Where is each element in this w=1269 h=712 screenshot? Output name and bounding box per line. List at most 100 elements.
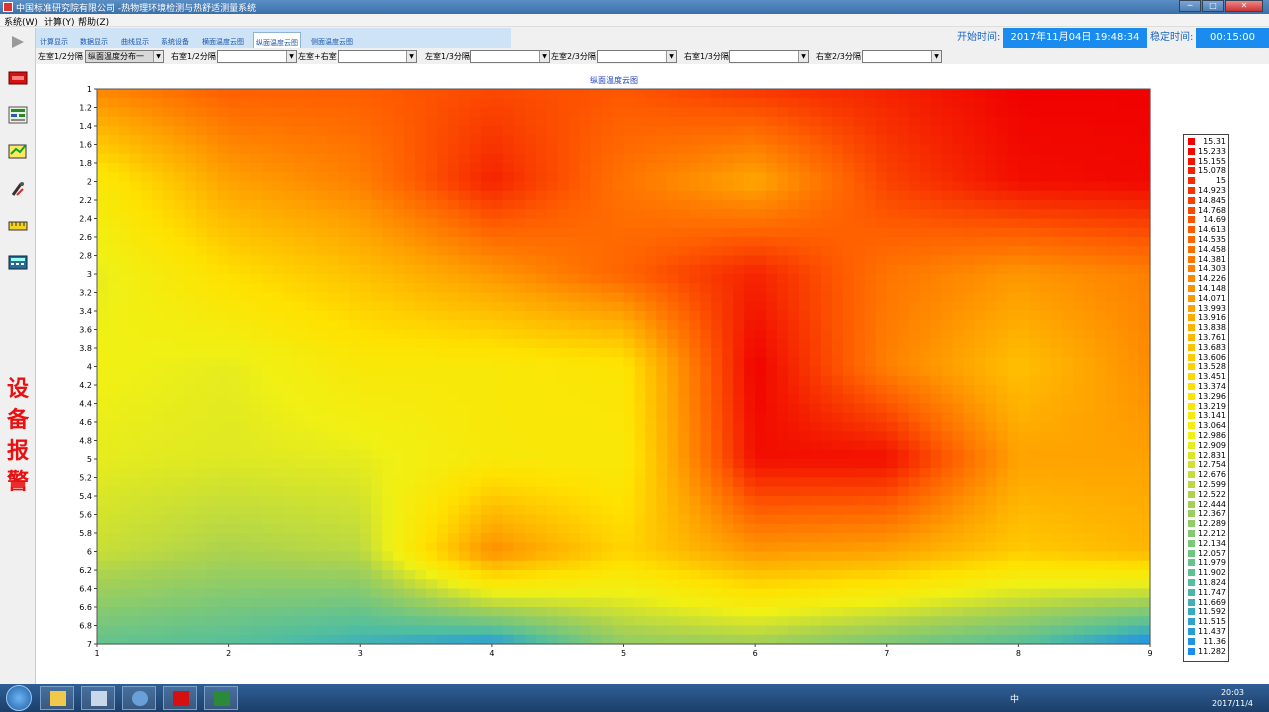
heatmap-cell bbox=[184, 107, 197, 118]
heatmap-cell bbox=[656, 412, 668, 423]
heatmap-cell bbox=[1051, 89, 1063, 99]
heatmap-cell bbox=[1106, 348, 1118, 358]
heatmap-cell bbox=[393, 89, 405, 99]
heatmap-cell bbox=[294, 338, 307, 349]
heatmap-cell bbox=[744, 394, 756, 405]
heatmap-cell bbox=[766, 227, 778, 238]
heatmap-cell bbox=[371, 172, 383, 183]
heatmap-cell bbox=[513, 264, 526, 275]
heatmap-cell bbox=[689, 292, 701, 303]
heatmap-cell bbox=[1106, 523, 1118, 534]
heatmap-cell bbox=[590, 181, 603, 192]
heatmap-cell bbox=[173, 190, 186, 201]
heatmap-cell bbox=[963, 144, 976, 155]
heatmap-cell bbox=[97, 422, 109, 432]
heatmap-cell bbox=[1095, 144, 1107, 155]
heatmap-cell bbox=[415, 366, 427, 377]
heatmap-cell bbox=[590, 227, 603, 238]
heatmap-cell bbox=[239, 264, 252, 275]
heatmap-cell bbox=[601, 181, 614, 192]
heatmap-cell bbox=[766, 135, 778, 146]
heatmap-cell bbox=[316, 200, 328, 210]
heatmap-cell bbox=[908, 200, 921, 210]
heatmap-cell bbox=[502, 301, 515, 312]
heatmap-cell bbox=[426, 126, 438, 136]
heatmap-cell bbox=[1062, 366, 1074, 377]
heatmap-cell bbox=[382, 486, 394, 497]
heatmap-cell bbox=[513, 320, 526, 331]
heatmap-cell bbox=[338, 283, 350, 294]
heatmap-cell bbox=[590, 218, 603, 229]
heatmap-cell bbox=[1051, 264, 1063, 275]
heatmap-cell bbox=[393, 209, 405, 220]
heatmap-cell bbox=[426, 533, 438, 543]
heatmap-cell bbox=[689, 237, 701, 247]
heatmap-cell bbox=[689, 311, 701, 321]
heatmap-cell bbox=[952, 477, 965, 488]
heatmap-cell bbox=[645, 126, 658, 136]
heatmap-cell bbox=[1029, 163, 1041, 173]
heatmap-cell bbox=[634, 449, 647, 460]
heatmap-cell bbox=[711, 283, 723, 294]
heatmap-cell bbox=[513, 505, 526, 516]
heatmap-cell bbox=[371, 255, 383, 266]
heatmap-cell bbox=[283, 283, 296, 294]
heatmap-cell bbox=[777, 514, 789, 525]
heatmap-cell bbox=[162, 486, 175, 497]
heatmap-cell bbox=[338, 449, 350, 460]
heatmap-cell bbox=[1062, 264, 1074, 275]
heatmap-cell bbox=[195, 348, 208, 358]
heatmap-cell bbox=[1062, 153, 1074, 164]
heatmap-cell bbox=[897, 533, 910, 543]
heatmap-cell bbox=[1095, 237, 1107, 247]
heatmap-cell bbox=[678, 274, 690, 284]
heatmap-cell bbox=[579, 153, 592, 164]
heatmap-cell bbox=[294, 237, 307, 247]
heatmap-cell bbox=[393, 505, 405, 516]
heatmap-cell bbox=[908, 385, 921, 395]
heatmap-cell bbox=[513, 496, 526, 506]
heatmap-cell bbox=[162, 422, 175, 432]
heatmap-cell bbox=[1117, 514, 1129, 525]
heatmap-cell bbox=[799, 246, 811, 257]
heatmap-cell bbox=[426, 98, 438, 109]
heatmap-cell bbox=[919, 357, 932, 368]
heatmap-cell bbox=[437, 477, 449, 488]
heatmap-cell bbox=[305, 338, 317, 349]
heatmap-cell bbox=[239, 496, 252, 506]
heatmap-cell bbox=[963, 533, 976, 543]
heatmap-cell bbox=[1084, 283, 1096, 294]
heatmap-cell bbox=[722, 375, 734, 386]
heatmap-cell bbox=[667, 394, 679, 405]
heatmap-cell bbox=[239, 135, 252, 146]
heatmap-cell bbox=[744, 283, 756, 294]
heatmap-cell bbox=[272, 200, 285, 210]
heatmap-cell bbox=[623, 440, 636, 451]
heatmap-cell bbox=[217, 190, 230, 201]
heatmap-cell bbox=[1117, 496, 1129, 506]
heatmap-cell bbox=[930, 200, 943, 210]
heatmap-cell bbox=[963, 301, 976, 312]
heatmap-cell bbox=[908, 301, 921, 312]
heatmap-cell bbox=[930, 209, 943, 220]
heatmap-cell bbox=[886, 403, 899, 414]
heatmap-cell bbox=[711, 126, 723, 136]
heatmap-cell bbox=[349, 348, 361, 358]
heatmap-cell bbox=[645, 412, 658, 423]
heatmap-cell bbox=[393, 560, 405, 571]
heatmap-cell bbox=[601, 237, 614, 247]
heatmap-cell bbox=[338, 422, 350, 432]
heatmap-cell bbox=[733, 98, 745, 109]
heatmap-cell bbox=[502, 153, 515, 164]
heatmap-cell bbox=[579, 116, 592, 127]
heatmap-cell bbox=[930, 375, 943, 386]
heatmap-cell bbox=[700, 329, 712, 340]
heatmap-cell bbox=[634, 181, 647, 192]
heatmap-cell bbox=[217, 422, 230, 432]
heatmap-cell bbox=[700, 107, 712, 118]
heatmap-cell bbox=[316, 542, 328, 553]
heatmap-cell bbox=[349, 523, 361, 534]
heatmap-cell bbox=[656, 116, 668, 127]
heatmap-cell bbox=[480, 237, 493, 247]
heatmap-cell bbox=[316, 533, 328, 543]
